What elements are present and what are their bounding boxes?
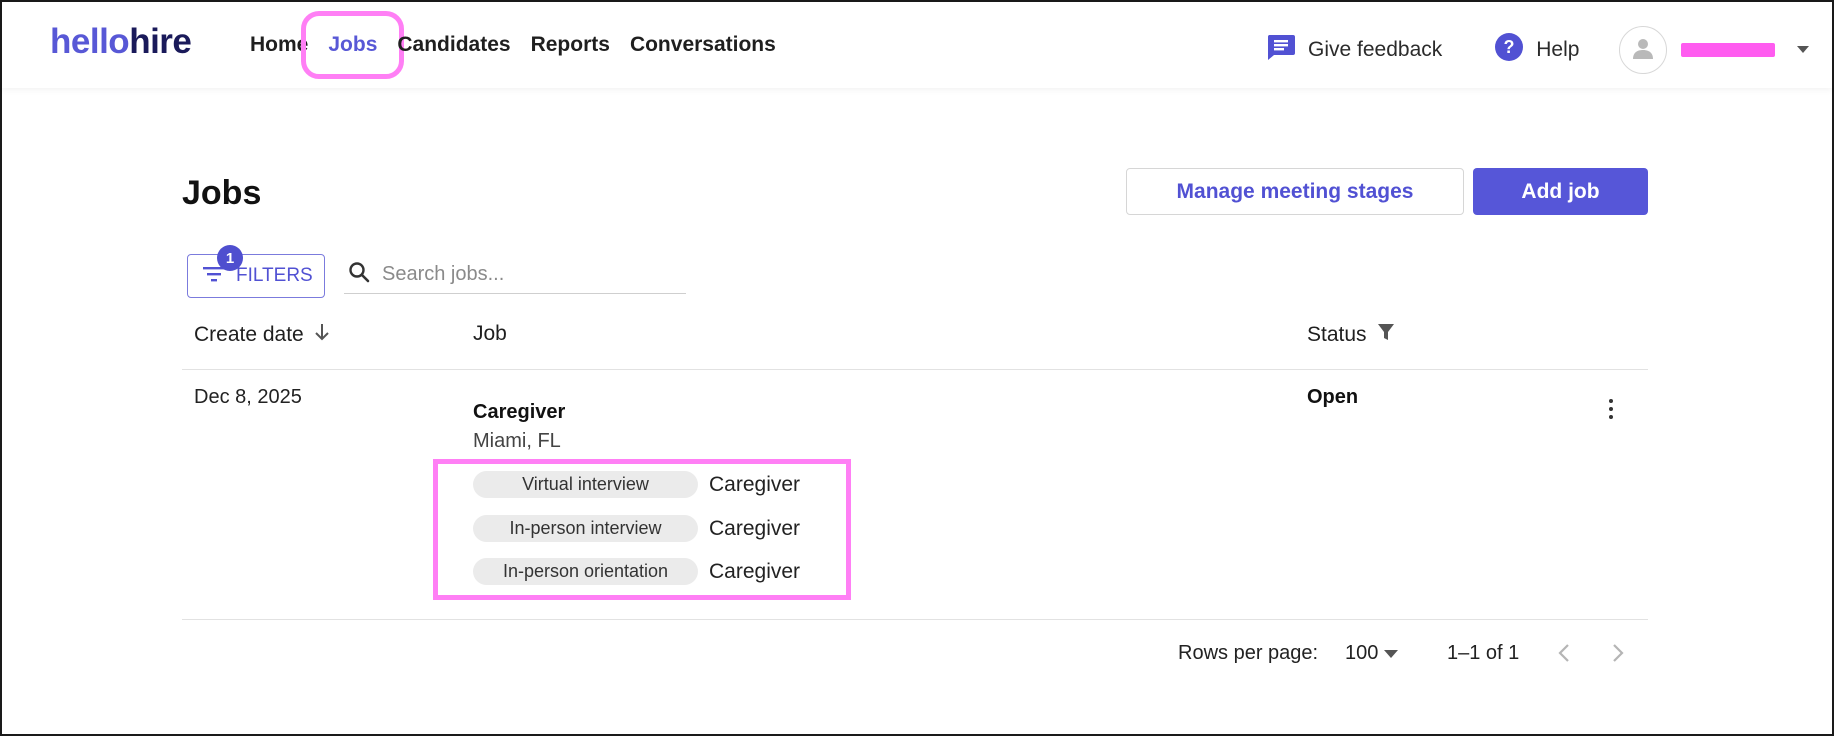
redacted-user-name (1681, 43, 1776, 57)
stage-name: Caregiver (709, 472, 801, 496)
meeting-stage-item: Virtual interview Caregiver (473, 471, 800, 498)
stage-type-chip: In-person interview (473, 515, 698, 542)
pagination-range: 1–1 of 1 (1447, 642, 1520, 664)
user-icon (1631, 36, 1655, 65)
nav-item-reports[interactable]: Reports (521, 28, 620, 62)
svg-text:?: ? (1504, 37, 1515, 57)
status-cell: Open (1307, 386, 1359, 408)
table-header-divider (182, 369, 1648, 370)
column-header-create-date[interactable]: Create date (194, 322, 330, 348)
stage-type-chip: Virtual interview (473, 471, 698, 498)
chevron-right-icon (1612, 643, 1624, 668)
job-title[interactable]: Caregiver (473, 401, 565, 424)
column-header-status[interactable]: Status (1307, 322, 1395, 348)
filters-label: FILTERS (236, 265, 313, 286)
previous-page-button[interactable] (1549, 640, 1579, 670)
nav-item-candidates[interactable]: Candidates (387, 28, 520, 62)
main-nav: Home Jobs Candidates Reports Conversatio… (240, 11, 786, 79)
top-navigation-bar: hellohire Home Jobs Candidates Reports C… (2, 2, 1832, 88)
next-page-button[interactable] (1603, 640, 1633, 670)
table-footer-divider (182, 619, 1648, 620)
chevron-left-icon (1558, 643, 1570, 668)
nav-item-conversations[interactable]: Conversations (620, 28, 786, 62)
search-input[interactable] (382, 263, 662, 286)
create-date-cell: Dec 8, 2025 (194, 386, 302, 408)
filter-count-badge: 1 (217, 245, 243, 271)
give-feedback-button[interactable]: Give feedback (1266, 33, 1442, 67)
caret-down-icon (1384, 642, 1399, 665)
search-bar (344, 256, 686, 294)
filter-funnel-icon[interactable] (1377, 322, 1395, 348)
page-title: Jobs (182, 174, 262, 212)
search-icon (348, 261, 370, 288)
feedback-icon (1266, 33, 1296, 67)
job-location: Miami, FL (473, 430, 561, 452)
help-icon: ? (1494, 32, 1524, 68)
nav-item-home[interactable]: Home (240, 28, 318, 62)
nav-item-jobs[interactable]: Jobs (301, 11, 405, 79)
filters-button[interactable]: FILTERS (187, 254, 325, 298)
chevron-down-icon (1797, 41, 1810, 59)
rows-per-page-value: 100 (1345, 642, 1379, 664)
arrow-down-icon (314, 322, 330, 348)
meeting-stage-item: In-person orientation Caregiver (473, 558, 800, 585)
row-actions-menu-icon[interactable] (1600, 396, 1622, 422)
avatar (1619, 26, 1668, 74)
manage-meeting-stages-button[interactable]: Manage meeting stages (1126, 168, 1464, 215)
help-label: Help (1536, 38, 1580, 61)
screen-frame (0, 0, 1834, 736)
logo-hire: hire (129, 22, 192, 61)
meeting-stage-item: In-person interview Caregiver (473, 515, 800, 542)
column-header-label: Status (1307, 323, 1367, 346)
stage-type-chip: In-person orientation (473, 558, 698, 585)
stage-name: Caregiver (709, 516, 801, 540)
logo-hello: hello (50, 22, 130, 61)
help-button[interactable]: ? Help (1494, 32, 1579, 68)
stage-name: Caregiver (709, 559, 801, 583)
rows-per-page-select[interactable]: 100 (1345, 642, 1399, 665)
add-job-button[interactable]: Add job (1473, 168, 1648, 215)
column-header-label: Create date (194, 323, 304, 346)
hellohire-logo[interactable]: hellohire (50, 22, 192, 62)
column-header-job: Job (473, 322, 507, 346)
column-header-label: Job (473, 322, 507, 345)
user-menu[interactable] (1619, 26, 1810, 74)
header-tools: Give feedback ? Help (1266, 26, 1810, 74)
rows-per-page-label: Rows per page: (1178, 642, 1319, 664)
feedback-label: Give feedback (1308, 38, 1443, 61)
